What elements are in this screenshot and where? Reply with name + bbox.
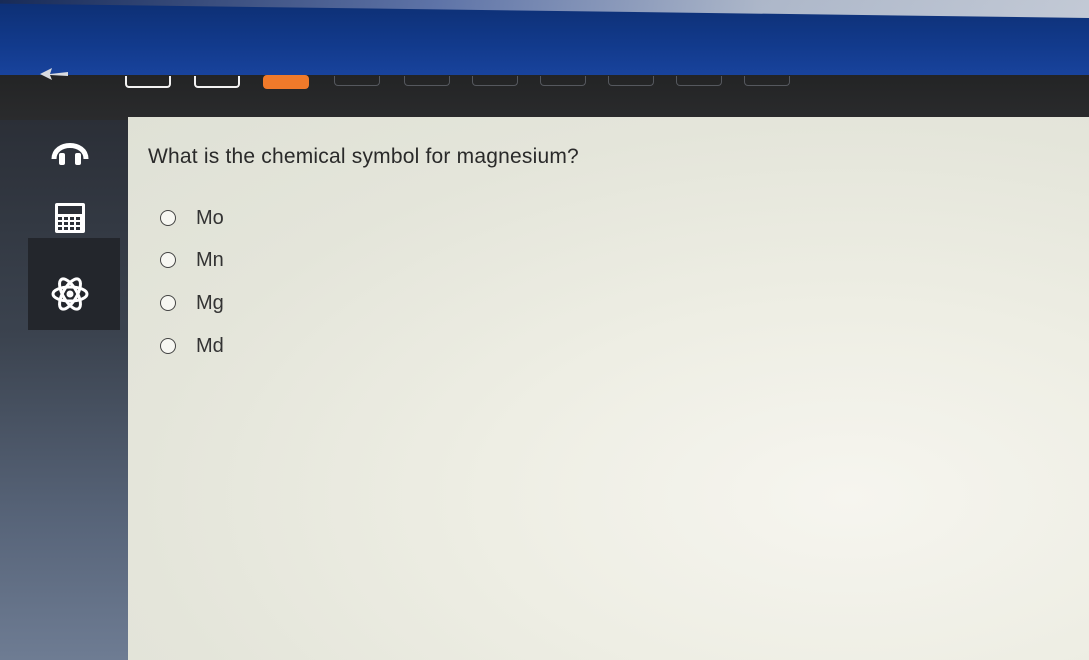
answer-label: Mg — [196, 291, 224, 314]
question-nav-2[interactable] — [194, 76, 240, 88]
calculator-icon[interactable] — [48, 196, 92, 240]
question-nav-4[interactable] — [334, 76, 380, 86]
question-nav-5[interactable] — [404, 76, 450, 86]
question-nav-3[interactable] — [263, 75, 309, 89]
back-arrow-icon[interactable] — [38, 66, 78, 86]
radio-button[interactable] — [160, 295, 176, 311]
answer-option-2[interactable]: Mn — [160, 245, 224, 275]
question-nav-9[interactable] — [676, 76, 722, 86]
answer-option-4[interactable]: Md — [160, 331, 224, 361]
headphones-icon[interactable] — [48, 128, 92, 172]
question-nav-1[interactable] — [125, 76, 171, 88]
question-nav-6[interactable] — [472, 76, 518, 86]
radio-button[interactable] — [160, 338, 176, 354]
question-panel: What is the chemical symbol for magnesiu… — [128, 117, 1089, 660]
answer-label: Md — [196, 334, 224, 357]
answer-label: Mo — [196, 206, 224, 229]
answer-option-1[interactable]: Mo — [160, 203, 224, 233]
top-header-bar — [0, 0, 1089, 82]
question-nav-8[interactable] — [608, 76, 654, 86]
question-text: What is the chemical symbol for magnesiu… — [148, 145, 579, 168]
question-nav-10[interactable] — [744, 76, 790, 86]
radio-button[interactable] — [160, 252, 176, 268]
atom-icon[interactable] — [48, 272, 92, 316]
answer-label: Mn — [196, 248, 224, 271]
radio-button[interactable] — [160, 210, 176, 226]
header-highlight — [0, 0, 1089, 18]
answer-option-3[interactable]: Mg — [160, 288, 224, 318]
question-nav-7[interactable] — [540, 76, 586, 86]
